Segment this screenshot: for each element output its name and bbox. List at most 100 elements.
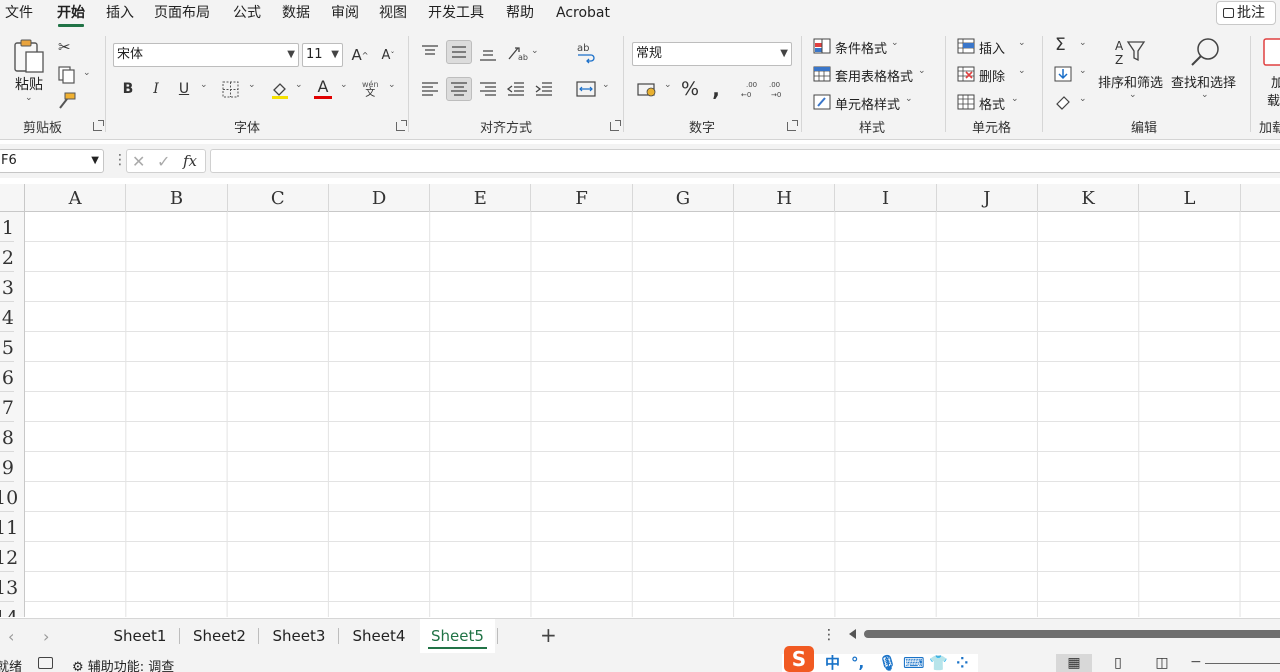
punctuation-icon[interactable]: °, bbox=[851, 654, 864, 672]
addins-label-line2[interactable]: 载 bbox=[1267, 90, 1280, 109]
tab-help[interactable]: 帮助 bbox=[506, 4, 534, 22]
row-header[interactable]: 1 bbox=[0, 212, 14, 242]
ime-mode[interactable]: 中 bbox=[825, 654, 840, 672]
row-header[interactable]: 14 bbox=[0, 602, 18, 617]
column-header[interactable]: B bbox=[126, 184, 228, 212]
format-cells-icon[interactable] bbox=[957, 94, 975, 110]
increase-font-size-icon[interactable]: A ^ bbox=[350, 45, 370, 65]
tab-formulas[interactable]: 公式 bbox=[233, 4, 261, 22]
formula-input[interactable] bbox=[210, 149, 1280, 173]
select-all-corner[interactable] bbox=[0, 184, 25, 212]
row-header[interactable]: 13 bbox=[0, 572, 18, 602]
sort-filter-icon[interactable]: AZ bbox=[1114, 38, 1148, 68]
merge-dropdown-icon[interactable]: ⌄ bbox=[602, 80, 610, 90]
microphone-icon[interactable]: 🎙 bbox=[878, 654, 897, 672]
insert-function-icon[interactable]: fx bbox=[183, 152, 197, 170]
clipboard-launcher-icon[interactable] bbox=[93, 120, 104, 131]
row-header[interactable]: 5 bbox=[0, 332, 14, 362]
wrap-text-icon[interactable]: ab bbox=[576, 42, 596, 64]
chevron-down-icon[interactable]: ⌄ bbox=[1018, 66, 1026, 76]
addins-icon[interactable] bbox=[1263, 38, 1280, 68]
chevron-down-icon[interactable]: ⌄ bbox=[905, 94, 913, 104]
conditional-format-icon[interactable] bbox=[813, 38, 831, 54]
tab-home[interactable]: 开始 bbox=[57, 4, 85, 27]
column-header[interactable]: C bbox=[228, 184, 329, 212]
font-size-select[interactable]: 11 ▼ bbox=[302, 43, 343, 67]
chevron-down-icon[interactable]: ⌄ bbox=[1079, 94, 1087, 104]
tab-review[interactable]: 审阅 bbox=[331, 4, 359, 22]
normal-view-icon[interactable]: ▦ bbox=[1056, 654, 1092, 672]
toolbox-icon[interactable]: ⁘ bbox=[956, 654, 969, 672]
column-header[interactable]: I bbox=[835, 184, 937, 212]
fill-color-dropdown-icon[interactable]: ⌄ bbox=[295, 80, 303, 90]
find-select-icon[interactable] bbox=[1190, 36, 1222, 68]
more-options-icon[interactable]: ⋮ bbox=[113, 152, 127, 168]
alignment-launcher-icon[interactable] bbox=[610, 120, 621, 131]
tab-insert[interactable]: 插入 bbox=[106, 4, 134, 22]
orientation-icon[interactable]: ab bbox=[506, 44, 528, 62]
accessibility-status[interactable]: ⚙ 辅助功能: 调查 bbox=[72, 656, 174, 672]
align-left-icon[interactable] bbox=[420, 81, 440, 97]
fill-icon[interactable] bbox=[1054, 66, 1072, 82]
sheet-tab-1[interactable]: Sheet1 bbox=[100, 619, 180, 653]
tab-page-layout[interactable]: 页面布局 bbox=[154, 4, 210, 22]
italic-button[interactable]: I bbox=[147, 79, 165, 99]
sheet-tab-3[interactable]: Sheet3 bbox=[259, 619, 339, 653]
align-middle-button[interactable] bbox=[446, 40, 472, 64]
column-header[interactable]: D bbox=[329, 184, 431, 212]
tab-data[interactable]: 数据 bbox=[282, 4, 310, 22]
font-color-dropdown-icon[interactable]: ⌄ bbox=[340, 80, 348, 90]
scroll-left-icon[interactable] bbox=[849, 629, 856, 639]
copy-icon[interactable] bbox=[57, 66, 77, 84]
row-header[interactable]: 3 bbox=[0, 272, 14, 302]
cell-grid[interactable] bbox=[25, 212, 1280, 617]
row-header[interactable]: 10 bbox=[0, 482, 18, 512]
insert-cells-label[interactable]: 插入 bbox=[979, 38, 1005, 57]
row-header[interactable]: 6 bbox=[0, 362, 14, 392]
comments-button[interactable]: 批注 bbox=[1216, 1, 1276, 25]
bold-button[interactable]: B bbox=[119, 79, 137, 99]
ime-logo-icon[interactable]: S bbox=[784, 646, 814, 672]
sheet-tab-2[interactable]: Sheet2 bbox=[180, 619, 259, 653]
column-header[interactable]: E bbox=[430, 184, 532, 212]
tab-developer[interactable]: 开发工具 bbox=[428, 4, 484, 22]
cell-styles-icon[interactable] bbox=[813, 94, 831, 110]
skin-icon[interactable]: 👕 bbox=[929, 654, 948, 672]
conditional-format-label[interactable]: 条件格式 bbox=[835, 38, 887, 57]
sheet-tab-4[interactable]: Sheet4 bbox=[339, 619, 419, 653]
column-header[interactable]: G bbox=[633, 184, 735, 212]
chevron-down-icon[interactable]: ⌄ bbox=[1011, 94, 1019, 104]
comma-style-icon[interactable]: , bbox=[708, 77, 724, 101]
row-header[interactable]: 7 bbox=[0, 392, 14, 422]
row-header[interactable]: 9 bbox=[0, 452, 14, 482]
macro-record-icon[interactable] bbox=[38, 657, 53, 669]
borders-dropdown-icon[interactable]: ⌄ bbox=[248, 80, 256, 90]
chevron-down-icon[interactable]: ⌄ bbox=[891, 38, 899, 48]
row-header[interactable]: 11 bbox=[0, 512, 18, 542]
increase-indent-icon[interactable] bbox=[534, 81, 554, 97]
copy-dropdown-icon[interactable]: ⌄ bbox=[83, 68, 91, 78]
phonetic-dropdown-icon[interactable]: ⌄ bbox=[388, 80, 396, 90]
format-as-table-icon[interactable] bbox=[813, 66, 831, 82]
align-bottom-icon[interactable] bbox=[478, 48, 498, 62]
tab-file[interactable]: 文件 bbox=[5, 4, 33, 22]
clear-icon[interactable] bbox=[1054, 94, 1072, 110]
cut-icon[interactable]: ✂ bbox=[58, 38, 71, 56]
insert-cells-icon[interactable] bbox=[957, 38, 975, 54]
borders-icon[interactable] bbox=[222, 81, 239, 98]
delete-cells-label[interactable]: 删除 bbox=[979, 66, 1005, 85]
addins-label-line1[interactable]: 加 bbox=[1271, 72, 1280, 91]
chevron-down-icon[interactable]: ⌄ bbox=[1079, 66, 1087, 76]
align-right-icon[interactable] bbox=[478, 81, 498, 97]
scroll-sheets-right-icon[interactable]: › bbox=[43, 627, 49, 646]
page-break-view-icon[interactable]: ◫ bbox=[1144, 654, 1180, 672]
column-header[interactable]: J bbox=[937, 184, 1038, 212]
number-launcher-icon[interactable] bbox=[787, 120, 798, 131]
orientation-dropdown-icon[interactable]: ⌄ bbox=[531, 46, 539, 56]
accounting-dropdown-icon[interactable]: ⌄ bbox=[664, 80, 672, 90]
font-launcher-icon[interactable] bbox=[396, 120, 407, 131]
row-header[interactable]: 4 bbox=[0, 302, 14, 332]
name-box[interactable]: F6 ▼ bbox=[0, 149, 104, 173]
decrease-decimal-icon[interactable]: .00→0 bbox=[768, 79, 790, 99]
row-header[interactable]: 8 bbox=[0, 422, 14, 452]
